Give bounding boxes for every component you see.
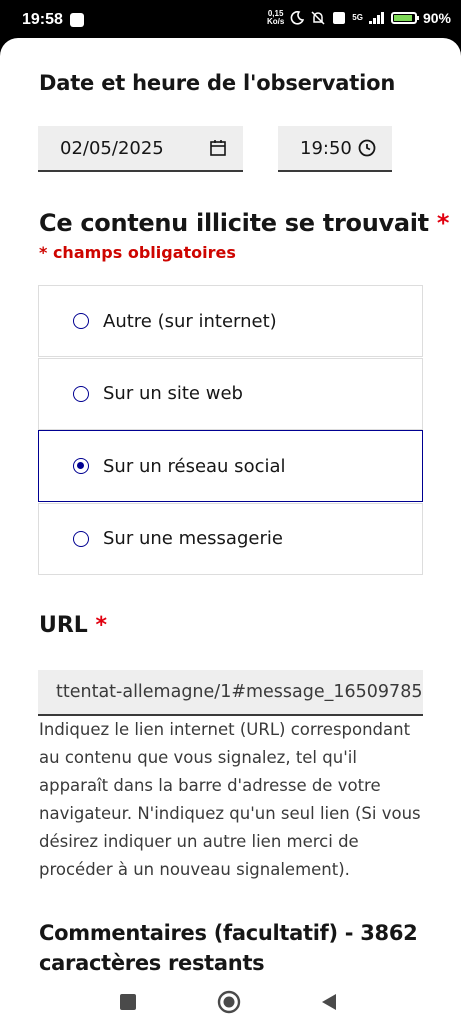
radio-unchecked-icon[interactable]: [73, 313, 89, 329]
home-circle-icon: [217, 990, 241, 1014]
comments-heading: Commentaires (facultatif) - 3862 caractè…: [39, 921, 418, 975]
observation-heading: Date et heure de l'observation: [39, 71, 396, 95]
location-heading-text: Ce contenu illicite se trouvait: [39, 209, 429, 237]
radio-unchecked-icon[interactable]: [73, 530, 89, 547]
radio-option[interactable]: Sur un site web: [38, 357, 423, 430]
radio-option[interactable]: Autre (sur internet): [38, 285, 423, 357]
battery-icon: [390, 12, 419, 24]
date-value: 02/05/2025: [60, 137, 164, 159]
form-sheet: Date et heure de l'observation 02/05/202…: [0, 38, 461, 980]
radio-checked-icon[interactable]: [73, 458, 89, 474]
alarm-off-icon: [311, 11, 325, 25]
network-speed-unit: Ko/s: [266, 17, 285, 26]
battery-level-bar: [393, 15, 412, 21]
notification-icon: [70, 13, 84, 27]
square-icon: [120, 994, 136, 1010]
url-input[interactable]: ttentat-allemagne/1#message_16509785: [38, 670, 423, 716]
required-star: *: [436, 209, 450, 237]
signal-icon: [368, 12, 384, 24]
back-button[interactable]: [315, 988, 343, 1016]
url-required-star: *: [95, 613, 108, 638]
clock-icon[interactable]: [358, 139, 376, 157]
time-value: 19:50: [300, 137, 352, 159]
navigation-bar: [0, 980, 461, 1024]
moon-icon: [290, 11, 305, 25]
radio-unchecked-icon[interactable]: [73, 385, 89, 402]
radio-option-label: Sur un réseau social: [103, 455, 286, 477]
radio-option[interactable]: Sur une messagerie: [38, 502, 423, 575]
recents-button[interactable]: [114, 988, 142, 1016]
network-speed: 0,15 Ko/s: [267, 10, 284, 26]
required-fields-note: * champs obligatoires: [39, 243, 236, 262]
url-hint: Indiquez le lien internet (URL) correspo…: [39, 720, 421, 879]
status-icons: 0,15 Ko/s 5G 90%: [267, 10, 451, 27]
radio-option-label: Sur une messagerie: [103, 528, 283, 549]
home-button[interactable]: [215, 988, 243, 1016]
status-bar: 19:58 0,15 Ko/s 5G 90%: [0, 0, 461, 40]
radio-option[interactable]: Sur un réseau social: [38, 430, 423, 502]
radio-option-label: Sur un site web: [103, 383, 243, 404]
calendar-icon[interactable]: [209, 139, 227, 157]
volte-icon: [333, 12, 346, 24]
url-heading-text: URL: [39, 613, 88, 638]
date-input[interactable]: 02/05/2025: [38, 126, 243, 172]
network-type: 5G: [352, 13, 363, 22]
status-time: 19:58: [22, 11, 63, 28]
location-heading: Ce contenu illicite se trouvait *: [39, 209, 449, 237]
url-value: ttentat-allemagne/1#message_16509785: [56, 682, 423, 702]
url-heading: URL *: [39, 613, 107, 638]
back-triangle-icon: [322, 994, 336, 1010]
battery-percent: 90%: [422, 10, 451, 26]
radio-option-label: Autre (sur internet): [103, 310, 277, 332]
time-input[interactable]: 19:50: [278, 126, 392, 172]
